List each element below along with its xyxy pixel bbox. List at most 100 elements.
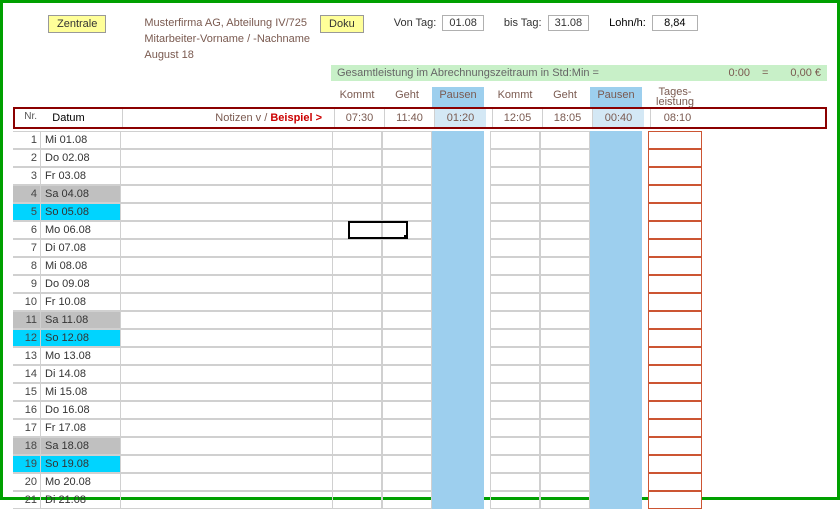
cell-geht-1[interactable] [382,455,432,473]
table-row[interactable]: 19So 19.08 [13,455,827,473]
cell-kommt-2[interactable] [490,347,540,365]
cell-kommt-1[interactable] [332,131,382,149]
cell-tagesleistung[interactable] [648,149,702,167]
bis-tag-input[interactable]: 31.08 [548,15,590,31]
cell-geht-1[interactable] [382,347,432,365]
cell-pausen-1[interactable] [432,293,484,311]
cell-kommt-1[interactable] [332,275,382,293]
cell-geht-2[interactable] [540,167,590,185]
von-tag-input[interactable]: 01.08 [442,15,484,31]
cell-kommt-1[interactable] [332,239,382,257]
cell-geht-1[interactable] [382,491,432,509]
cell-kommt-1[interactable] [332,401,382,419]
row-notes[interactable] [121,239,332,257]
cell-geht-1[interactable] [382,401,432,419]
cell-kommt-1[interactable] [332,473,382,491]
cell-geht-2[interactable] [540,275,590,293]
cell-kommt-2[interactable] [490,419,540,437]
cell-pausen-1[interactable] [432,149,484,167]
cell-kommt-2[interactable] [490,455,540,473]
cell-geht-1[interactable] [382,383,432,401]
table-row[interactable]: 6Mo 06.08 [13,221,827,239]
cell-geht-2[interactable] [540,347,590,365]
table-row[interactable]: 7Di 07.08 [13,239,827,257]
cell-kommt-2[interactable] [490,401,540,419]
cell-pausen-2[interactable] [590,455,642,473]
cell-kommt-1[interactable] [332,347,382,365]
cell-geht-2[interactable] [540,437,590,455]
cell-kommt-2[interactable] [490,167,540,185]
cell-kommt-2[interactable] [490,185,540,203]
cell-geht-2[interactable] [540,293,590,311]
cell-kommt-1[interactable] [332,167,382,185]
table-row[interactable]: 5So 05.08 [13,203,827,221]
cell-geht-2[interactable] [540,383,590,401]
table-row[interactable]: 8Mi 08.08 [13,257,827,275]
cell-pausen-1[interactable] [432,131,484,149]
row-notes[interactable] [121,491,332,509]
cell-geht-2[interactable] [540,257,590,275]
cell-pausen-1[interactable] [432,311,484,329]
table-row[interactable]: 9Do 09.08 [13,275,827,293]
cell-kommt-1[interactable] [332,149,382,167]
cell-pausen-2[interactable] [590,401,642,419]
cell-geht-2[interactable] [540,221,590,239]
cell-pausen-2[interactable] [590,203,642,221]
cell-pausen-1[interactable] [432,437,484,455]
cell-pausen-2[interactable] [590,221,642,239]
cell-kommt-1[interactable] [332,365,382,383]
table-row[interactable]: 10Fr 10.08 [13,293,827,311]
table-row[interactable]: 4Sa 04.08 [13,185,827,203]
table-row[interactable]: 11Sa 11.08 [13,311,827,329]
cell-pausen-1[interactable] [432,167,484,185]
cell-pausen-1[interactable] [432,473,484,491]
cell-kommt-2[interactable] [490,311,540,329]
cell-tagesleistung[interactable] [648,329,702,347]
cell-geht-1[interactable] [382,167,432,185]
cell-pausen-2[interactable] [590,275,642,293]
cell-kommt-1[interactable] [332,491,382,509]
cell-pausen-2[interactable] [590,473,642,491]
cell-pausen-1[interactable] [432,491,484,509]
row-notes[interactable] [121,311,332,329]
cell-kommt-1[interactable] [332,185,382,203]
cell-kommt-1[interactable] [332,293,382,311]
cell-tagesleistung[interactable] [648,383,702,401]
cell-geht-2[interactable] [540,491,590,509]
cell-pausen-2[interactable] [590,167,642,185]
cell-geht-1[interactable] [382,131,432,149]
cell-tagesleistung[interactable] [648,239,702,257]
row-notes[interactable] [121,131,332,149]
cell-tagesleistung[interactable] [648,311,702,329]
row-notes[interactable] [121,473,332,491]
cell-pausen-2[interactable] [590,311,642,329]
cell-geht-1[interactable] [382,275,432,293]
cell-pausen-1[interactable] [432,275,484,293]
table-row[interactable]: 21Di 21.08 [13,491,827,509]
cell-geht-1[interactable] [382,419,432,437]
data-grid[interactable]: Nr. 1Mi 01.082Do 02.083Fr 03.084Sa 04.08… [13,131,827,509]
cell-geht-1[interactable] [382,221,432,239]
cell-pausen-1[interactable] [432,329,484,347]
cell-tagesleistung[interactable] [648,455,702,473]
cell-tagesleistung[interactable] [648,401,702,419]
cell-pausen-1[interactable] [432,347,484,365]
row-notes[interactable] [121,149,332,167]
row-notes[interactable] [121,203,332,221]
cell-tagesleistung[interactable] [648,473,702,491]
cell-pausen-1[interactable] [432,257,484,275]
cell-geht-2[interactable] [540,419,590,437]
cell-geht-2[interactable] [540,311,590,329]
cell-pausen-1[interactable] [432,401,484,419]
row-notes[interactable] [121,329,332,347]
table-row[interactable]: 20Mo 20.08 [13,473,827,491]
cell-pausen-2[interactable] [590,365,642,383]
cell-kommt-2[interactable] [490,437,540,455]
cell-tagesleistung[interactable] [648,257,702,275]
cell-pausen-2[interactable] [590,419,642,437]
table-row[interactable]: 14Di 14.08 [13,365,827,383]
cell-pausen-2[interactable] [590,131,642,149]
cell-pausen-2[interactable] [590,293,642,311]
cell-geht-1[interactable] [382,365,432,383]
cell-tagesleistung[interactable] [648,131,702,149]
